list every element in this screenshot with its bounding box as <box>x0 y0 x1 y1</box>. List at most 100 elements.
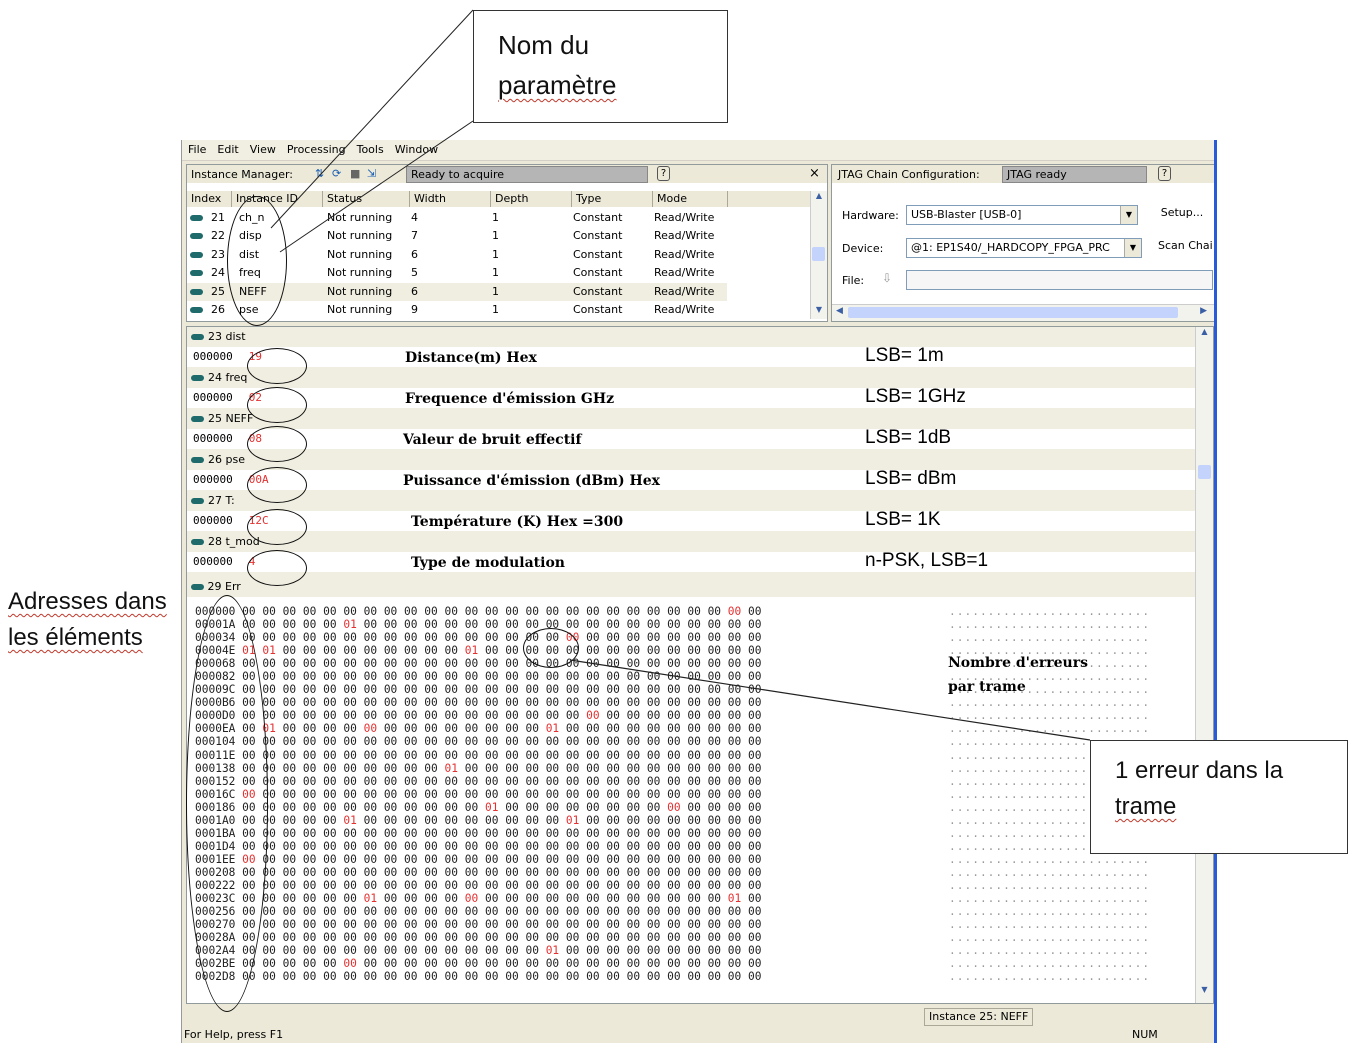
run-analysis-icon[interactable]: ⇅ <box>315 167 324 180</box>
memory-row: 0002BE 00 00 00 00 00 00 00 00 00 00 00 … <box>195 957 762 971</box>
menu-item[interactable]: Edit <box>211 140 243 156</box>
autorun-icon[interactable]: ⟳ <box>332 167 341 180</box>
instance-vscrollbar[interactable]: ▲ ▼ <box>810 191 827 319</box>
status-num: NUM <box>1132 1028 1158 1041</box>
memory-row: 00001A 00 00 00 00 00 01 00 00 00 00 00 … <box>195 618 762 632</box>
menu-item[interactable]: Window <box>389 140 443 156</box>
instance-cell-type: Constant <box>573 211 623 224</box>
signal-header[interactable]: 24 freq <box>187 368 1195 388</box>
status-instance: Instance 25: NEFF <box>924 1008 1034 1026</box>
value-ellipse-mod <box>247 550 307 586</box>
acquire-status-box: Ready to acquire <box>406 166 648 183</box>
memory-row: 0000B6 00 00 00 00 00 00 00 00 00 00 00 … <box>195 696 762 710</box>
data-vscrollbar[interactable]: ▲ ▼ <box>1195 327 1213 1003</box>
hardware-select[interactable]: USB-Blaster [USB-0] ▼ <box>906 205 1138 225</box>
signal-annotation: Distance(m) Hex <box>405 350 537 366</box>
scroll-down-icon[interactable]: ▼ <box>811 305 827 319</box>
instance-cell-depth: 1 <box>492 211 499 224</box>
signal-header[interactable]: 25 NEFF <box>187 409 1195 429</box>
jtag-pane: JTAG Chain Configuration: JTAG ready ? H… <box>831 164 1214 322</box>
memory-row: 000152 00 00 00 00 00 00 00 00 00 00 00 … <box>195 774 762 788</box>
errors-annotation-line2: par trame <box>948 679 1026 695</box>
device-select[interactable]: @1: EP1S40/_HARDCOPY_FPGA_PRC ▼ <box>906 238 1142 258</box>
memory-row: 0001EE 00 00 00 00 00 00 00 00 00 00 00 … <box>195 852 762 866</box>
scroll-up-icon[interactable]: ▲ <box>811 191 827 205</box>
col-depth[interactable]: Depth <box>491 191 572 207</box>
menu-item[interactable]: Processing <box>281 140 351 156</box>
signal-value-row[interactable]: 000000 4 <box>187 552 1195 572</box>
signal-value-row[interactable]: 000000 19 <box>187 347 1195 367</box>
signal-annotation: Frequence d'émission GHz <box>405 391 615 407</box>
menu-item[interactable]: File <box>182 140 211 156</box>
instance-cell-status: Not running <box>327 247 393 261</box>
signal-header[interactable]: 23 dist <box>187 327 1195 347</box>
scroll-thumb[interactable] <box>812 247 825 261</box>
memory-row: 00004E 01 01 00 00 00 00 00 00 00 00 00 … <box>195 644 762 658</box>
signal-value-row[interactable]: 000000 02 <box>187 388 1195 408</box>
scroll-thumb[interactable] <box>1198 465 1211 479</box>
instance-cell-type: Constant <box>573 266 623 280</box>
callout-one-error: 1 erreur dans la trame <box>1090 740 1348 854</box>
device-label: Device: <box>842 242 884 255</box>
scan-chain-button[interactable]: Scan Chai <box>1150 236 1214 256</box>
instance-icon <box>190 233 203 240</box>
close-icon[interactable]: × <box>809 166 820 181</box>
col-type[interactable]: Type <box>572 191 653 207</box>
instance-cell-width: 9 <box>411 303 418 316</box>
signal-icon <box>191 498 204 504</box>
jtag-hscrollbar[interactable]: ◀ ▶ <box>832 304 1214 321</box>
signal-value-row[interactable]: 000000 12C <box>187 511 1195 531</box>
scroll-right-icon[interactable]: ▶ <box>1200 306 1207 316</box>
col-width[interactable]: Width <box>410 191 491 207</box>
menu-item[interactable]: View <box>244 140 281 156</box>
signal-name: 27 T: <box>208 494 235 507</box>
instance-cell-mode: Read/Write <box>654 247 715 261</box>
value-ellipse-neff <box>247 426 307 462</box>
jtag-toolbar: JTAG Chain Configuration: JTAG ready ? <box>832 165 1214 183</box>
signal-header[interactable]: 27 T: <box>187 491 1195 511</box>
memory-row: 000082 00 00 00 00 00 00 00 00 00 00 00 … <box>195 670 762 684</box>
scroll-left-icon[interactable]: ◀ <box>836 306 843 316</box>
instance-cell-depth: 1 <box>492 229 499 243</box>
value-ellipse-freq <box>247 387 307 423</box>
instance-cell-type: Constant <box>573 229 623 243</box>
error-ellipse <box>523 628 579 668</box>
read-data-icon[interactable]: ⇲ <box>367 167 376 180</box>
signal-lsb: LSB= 1m <box>865 345 944 366</box>
setup-button[interactable]: Setup... <box>1152 203 1212 223</box>
instance-cell-status: Not running <box>327 284 393 298</box>
menu-item[interactable]: Tools <box>351 140 389 156</box>
signal-lsb: LSB= 1K <box>865 509 941 530</box>
signal-lsb: LSB= 1dB <box>865 427 952 448</box>
instance-cell-mode: Read/Write <box>654 211 715 224</box>
col-index[interactable]: Index <box>187 191 232 207</box>
col-status[interactable]: Status <box>323 191 410 207</box>
scroll-up-icon[interactable]: ▲ <box>1196 327 1213 341</box>
memory-header-label: 29 Err <box>207 580 241 593</box>
instance-cell-type: Constant <box>573 303 623 316</box>
chevron-down-icon[interactable]: ▼ <box>1124 239 1141 257</box>
file-input[interactable] <box>906 270 1213 290</box>
signal-header[interactable]: 28 t_mod <box>187 532 1195 552</box>
jtag-label: JTAG Chain Configuration: <box>838 168 980 181</box>
memory-row: 00016C 00 00 00 00 00 00 00 00 00 00 00 … <box>195 787 762 801</box>
jtag-help-icon[interactable]: ? <box>1158 166 1171 181</box>
memory-row: 000256 00 00 00 00 00 00 00 00 00 00 00 … <box>195 905 762 919</box>
signal-value-row[interactable]: 000000 08 <box>187 429 1195 449</box>
signal-icon <box>191 334 204 340</box>
memory-row: 00009C 00 00 00 00 00 00 00 00 00 00 00 … <box>195 683 762 697</box>
memory-row: 000034 00 00 00 00 00 00 00 00 00 00 00 … <box>195 631 762 645</box>
scroll-down-icon[interactable]: ▼ <box>1196 985 1213 999</box>
memory-row: 0000EA 00 01 00 00 00 00 00 00 00 00 00 … <box>195 722 762 736</box>
program-file-icon[interactable]: ⇩ <box>882 271 892 285</box>
instance-cell-width: 4 <box>411 211 418 224</box>
col-mode[interactable]: Mode <box>653 191 728 207</box>
instance-cell-depth: 1 <box>492 303 499 316</box>
help-icon[interactable]: ? <box>657 166 670 181</box>
signal-header[interactable]: 26 pse <box>187 450 1195 470</box>
signal-value-row[interactable]: 000000 00A <box>187 470 1195 490</box>
hscroll-thumb[interactable] <box>848 307 1178 318</box>
chevron-down-icon[interactable]: ▼ <box>1120 206 1137 224</box>
signal-address: 000000 <box>193 432 233 445</box>
stop-icon[interactable]: ■ <box>350 167 360 180</box>
